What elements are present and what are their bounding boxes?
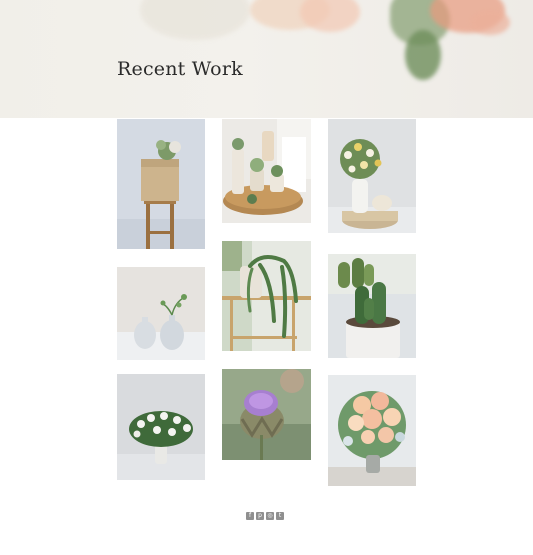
cactus-pot-image [328, 254, 416, 358]
instagram-icon[interactable]: ◎ [266, 512, 274, 520]
rose-bouquet-image [328, 375, 416, 486]
white-flower-vase-image [117, 374, 205, 480]
gallery-grid [0, 0, 533, 555]
gallery-image-7[interactable] [117, 374, 205, 480]
tray-succulents-image [222, 119, 311, 223]
bag-on-stool-image [117, 119, 205, 249]
gallery-image-3[interactable] [328, 119, 416, 233]
flower-bouquet-image [328, 119, 416, 233]
gallery-image-6[interactable] [328, 254, 416, 358]
gallery-image-9[interactable] [328, 375, 416, 486]
gallery-image-1[interactable] [117, 119, 205, 249]
string-of-pearls-image [222, 241, 311, 351]
artichoke-flower-image [222, 369, 311, 460]
gallery-image-2[interactable] [222, 119, 311, 223]
gallery-image-8[interactable] [222, 369, 311, 460]
twitter-icon[interactable]: t [276, 512, 284, 520]
facebook-icon[interactable]: f [246, 512, 254, 520]
pinterest-icon[interactable]: p [256, 512, 264, 520]
white-vases-image [117, 267, 205, 360]
gallery-image-4[interactable] [117, 267, 205, 360]
gallery-image-5[interactable] [222, 241, 311, 351]
social-links: f p ◎ t [246, 512, 284, 520]
